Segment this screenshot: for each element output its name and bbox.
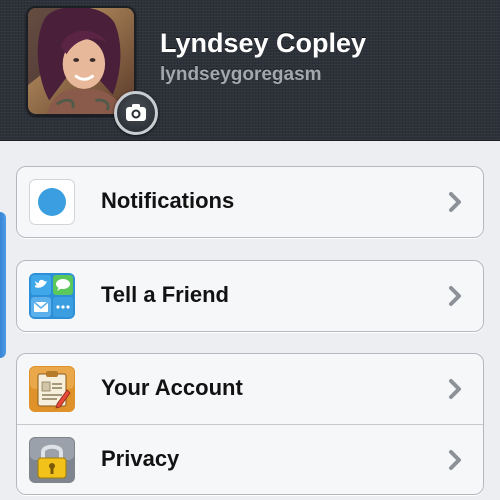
notifications-dot-icon	[29, 179, 75, 225]
menu-item-label: Your Account	[101, 375, 243, 400]
share-icon	[29, 273, 75, 319]
menu-item-notifications[interactable]: Notifications	[17, 167, 483, 237]
chevron-right-icon	[449, 286, 461, 306]
user-name: Lyndsey Copley	[160, 28, 367, 58]
menu-item-label: Tell a Friend	[101, 282, 229, 307]
menu-item-privacy[interactable]: Privacy	[17, 424, 483, 494]
menu-item-tell-a-friend[interactable]: Tell a Friend	[17, 261, 483, 331]
account-clipboard-icon	[29, 366, 75, 412]
menu-group-account: Your Account Privacy	[16, 353, 484, 495]
user-handle: lyndseygoregasm	[160, 64, 322, 85]
menu-group-notifications: Notifications	[16, 166, 484, 238]
menu-item-label: Notifications	[101, 188, 235, 213]
camera-icon	[126, 104, 146, 121]
menu-item-label: Privacy	[101, 446, 180, 471]
chevron-right-icon	[449, 450, 461, 470]
side-panel-edge[interactable]	[0, 212, 6, 358]
menu-group-share: Tell a Friend	[16, 260, 484, 332]
chevron-right-icon	[449, 379, 461, 399]
menu-item-your-account[interactable]: Your Account	[17, 354, 483, 424]
change-photo-button[interactable]	[114, 91, 158, 135]
chevron-right-icon	[449, 192, 461, 212]
profile-header: Lyndsey Copley lyndseygoregasm	[0, 0, 500, 141]
padlock-icon	[29, 437, 75, 483]
